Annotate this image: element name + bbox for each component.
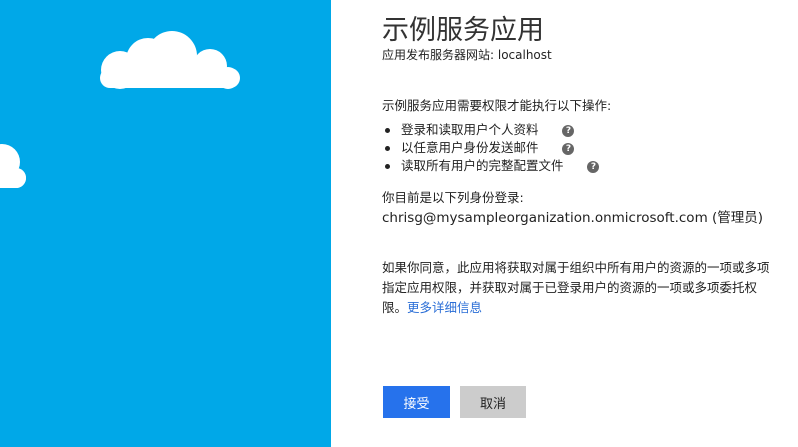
question-circle-icon[interactable]: ?: [587, 161, 600, 173]
more-details-link[interactable]: 更多详细信息: [407, 300, 482, 315]
bullet-icon: [385, 146, 390, 151]
signed-in-label: 你目前是以下列身份登录:: [382, 190, 524, 205]
consent-description: 如果你同意，此应用将获取对属于组织中所有用户的资源的一项或多项指定应用权限，并获…: [382, 258, 777, 318]
cloud-large-icon: [100, 31, 240, 89]
publisher-domain: 应用发布服务器网站: localhost: [382, 48, 552, 62]
branding-panel: [0, 0, 331, 447]
permission-label: 登录和读取用户个人资料: [401, 122, 539, 137]
cancel-button[interactable]: 取消: [460, 386, 526, 418]
permissions-intro: 示例服务应用需要权限才能执行以下操作:: [382, 98, 612, 113]
cloud-illustration: [0, 31, 240, 188]
cloud-small-icon: [0, 144, 26, 188]
bullet-icon: [385, 128, 390, 133]
app-title: 示例服务应用: [382, 15, 544, 46]
question-circle-icon[interactable]: ?: [562, 143, 575, 155]
permission-label: 以任意用户身份发送邮件: [401, 140, 539, 155]
permission-item-send-mail: 以任意用户身份发送邮件 ?: [382, 139, 599, 157]
permission-item-sign-in: 登录和读取用户个人资料 ?: [382, 121, 599, 139]
question-circle-icon[interactable]: ?: [562, 125, 575, 137]
signed-in-user: chrisg@mysampleorganization.onmicrosoft.…: [382, 210, 764, 226]
permissions-list: 登录和读取用户个人资料 ? 以任意用户身份发送邮件 ? 读取所有用户的完整配置文…: [382, 121, 600, 175]
consent-page: 示例服务应用 应用发布服务器网站: localhost 示例服务应用需要权限才能…: [0, 0, 798, 447]
permission-label: 读取所有用户的完整配置文件: [401, 158, 564, 173]
accept-button[interactable]: 接受: [383, 386, 450, 418]
bullet-icon: [385, 164, 390, 169]
permission-item-read-profiles: 读取所有用户的完整配置文件 ?: [382, 157, 600, 175]
